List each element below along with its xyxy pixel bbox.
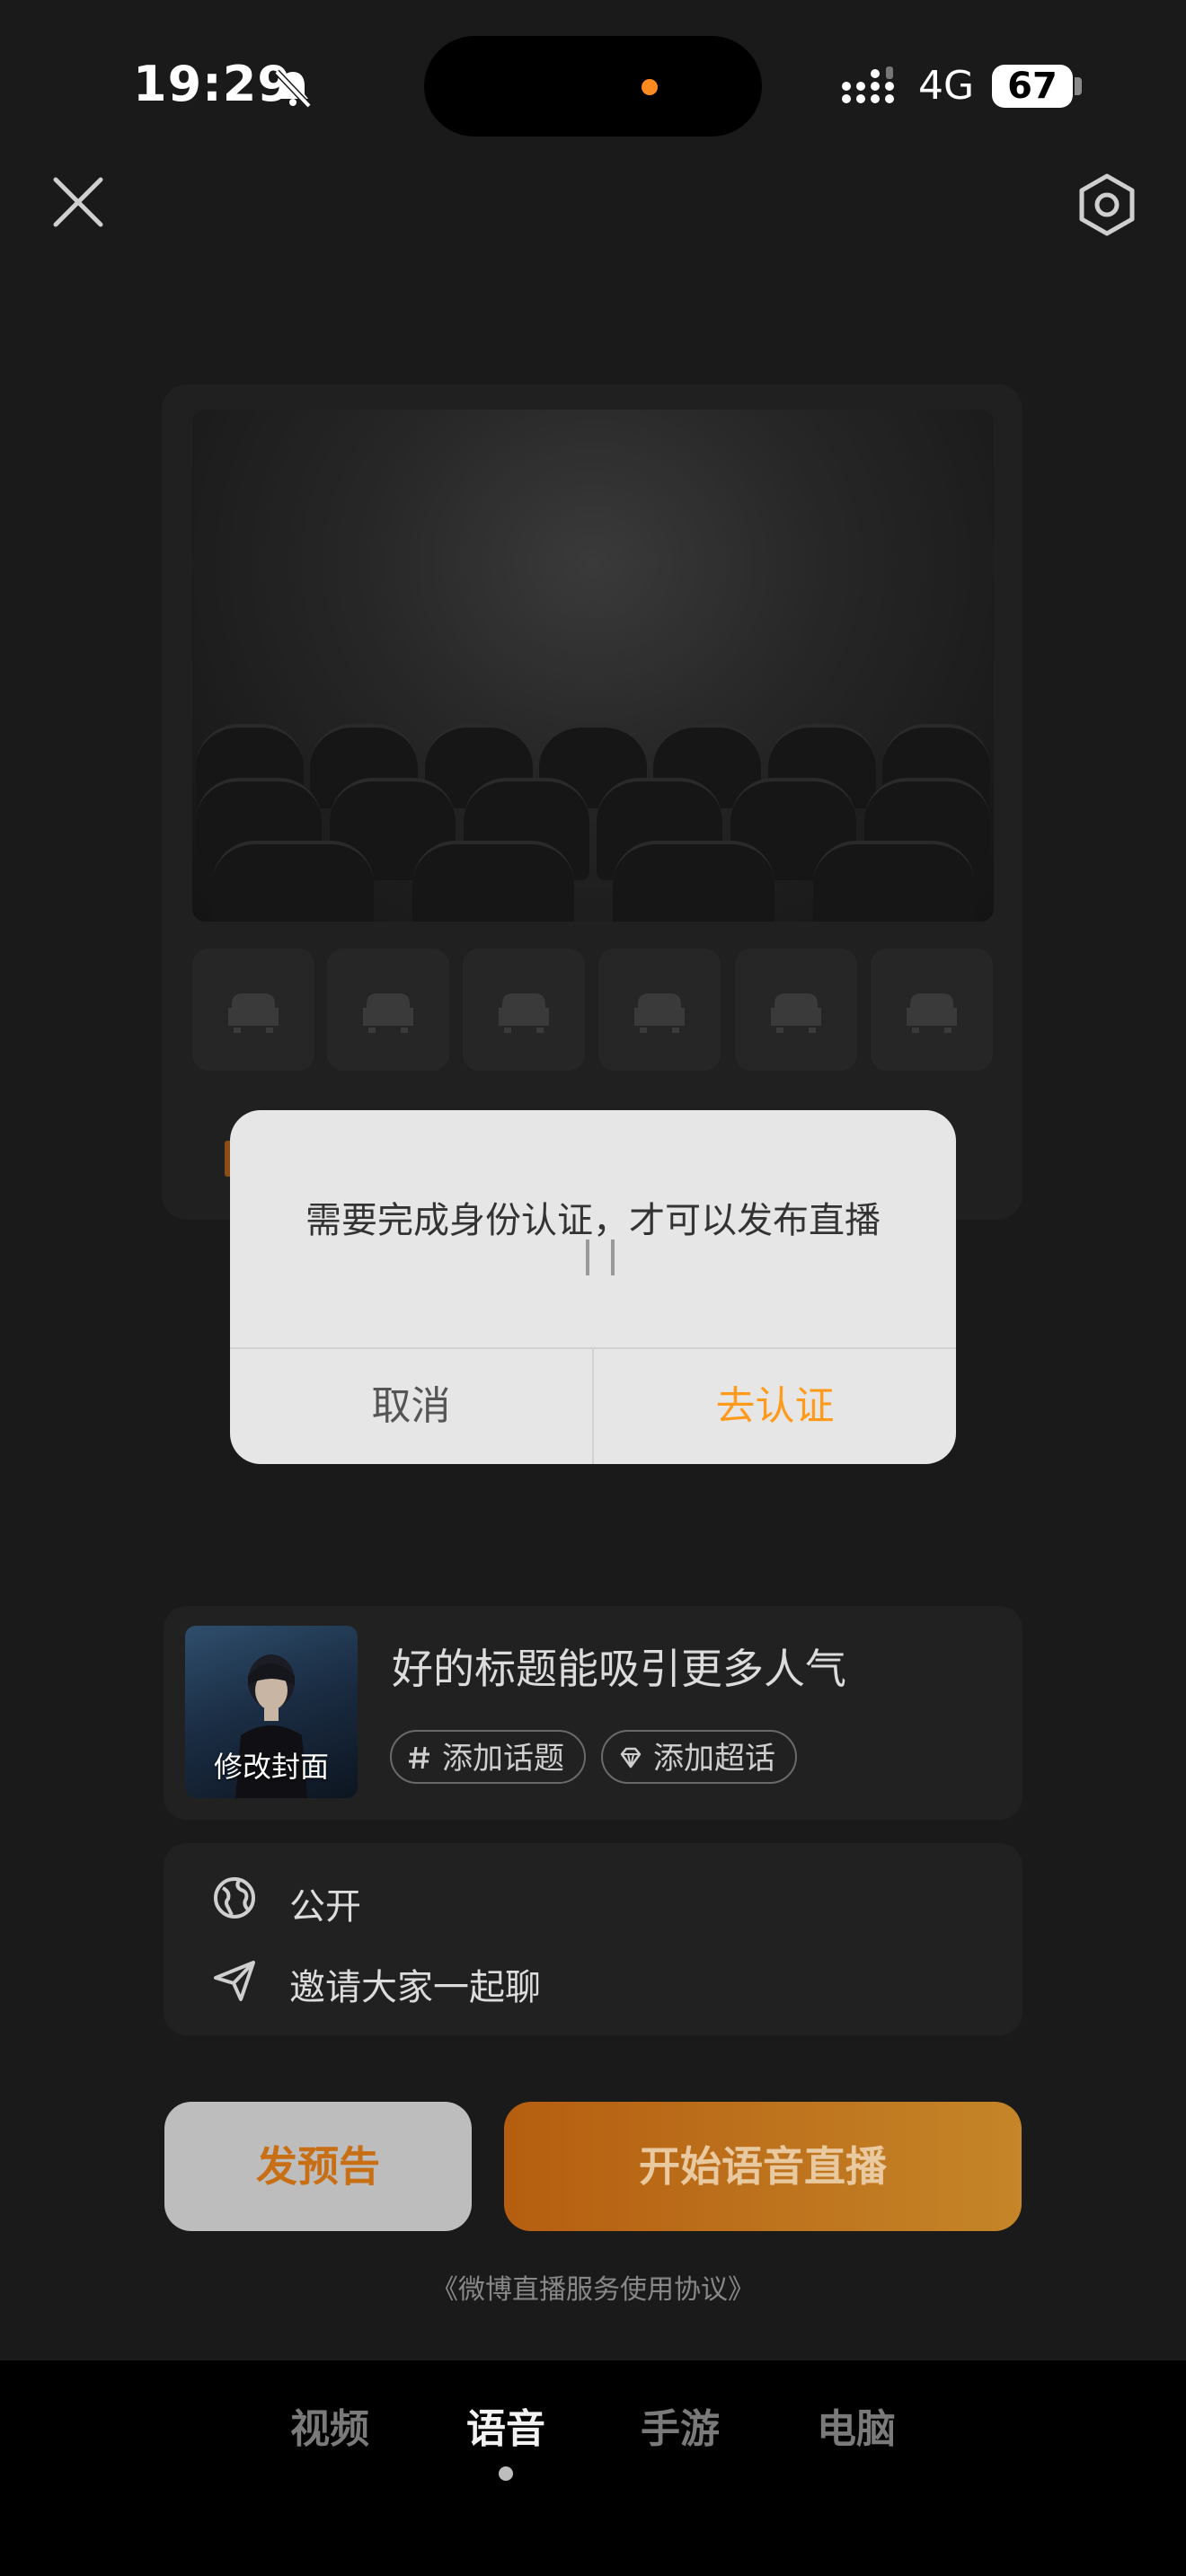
visibility-setting[interactable]: 公开	[289, 1877, 361, 1929]
battery-nub	[1075, 77, 1082, 95]
seat-slot-4[interactable]	[598, 948, 721, 1071]
tab-video[interactable]: 视频	[290, 2396, 369, 2454]
send-icon	[214, 1961, 255, 2001]
signal-icon	[842, 66, 894, 103]
cover-image[interactable]: 修改封面	[185, 1626, 358, 1798]
cancel-button[interactable]: 取消	[230, 1349, 592, 1464]
start-voice-live-button[interactable]: 开始语音直播	[504, 2102, 1022, 2231]
active-tab-indicator	[499, 2466, 513, 2481]
seat-slot-5[interactable]	[735, 948, 857, 1071]
add-supertopic-chip[interactable]: 添加超话	[601, 1730, 797, 1784]
settings-icon[interactable]	[1075, 172, 1139, 237]
loading-bars-icon	[586, 1239, 615, 1275]
mode-tab-bar	[0, 2360, 1186, 2576]
dialog-message: 需要完成身份认证，才可以发布直播	[305, 1200, 881, 1241]
seat-slot-6[interactable]	[871, 948, 993, 1071]
globe-icon	[214, 1877, 255, 1919]
verify-button[interactable]: 去认证	[594, 1349, 956, 1464]
bell-muted-icon	[274, 69, 312, 109]
service-agreement-link[interactable]: 《微博直播服务使用协议》	[0, 2267, 1186, 2307]
add-topic-label: 添加话题	[442, 1741, 564, 1777]
camera-indicator	[642, 79, 658, 95]
invite-setting[interactable]: 邀请大家一起聊	[289, 1958, 541, 2010]
sofa-icon	[228, 993, 279, 1033]
sofa-icon	[634, 993, 685, 1033]
verification-dialog: 需要完成身份认证，才可以发布直播 取消 去认证	[230, 1110, 956, 1464]
sofa-icon	[363, 993, 413, 1033]
edit-cover-label: 修改封面	[213, 1750, 329, 1784]
preview-announcement-button[interactable]: 发预告	[164, 2102, 472, 2231]
tab-voice[interactable]: 语音	[466, 2396, 545, 2454]
tab-pc[interactable]: 电脑	[817, 2396, 896, 2454]
seat-slot-2[interactable]	[327, 948, 449, 1071]
sofa-icon	[771, 993, 821, 1033]
close-icon[interactable]	[50, 174, 106, 230]
seat-slot-1[interactable]	[192, 948, 314, 1071]
dynamic-island	[424, 36, 762, 137]
title-input[interactable]: 好的标题能吸引更多人气	[392, 1636, 846, 1696]
battery-level: 67	[1007, 66, 1058, 107]
add-topic-chip[interactable]: 添加话题	[390, 1730, 586, 1784]
diamond-icon	[620, 1747, 642, 1769]
sofa-icon	[907, 993, 957, 1033]
seat-slot-3[interactable]	[463, 948, 585, 1071]
status-time: 19:29	[133, 56, 292, 112]
sofa-icon	[499, 993, 549, 1033]
hash-icon	[409, 1746, 429, 1769]
tab-mobile-game[interactable]: 手游	[641, 2396, 720, 2454]
add-supertopic-label: 添加超话	[653, 1741, 775, 1777]
theater-background	[192, 410, 994, 922]
network-type: 4G	[918, 63, 975, 109]
